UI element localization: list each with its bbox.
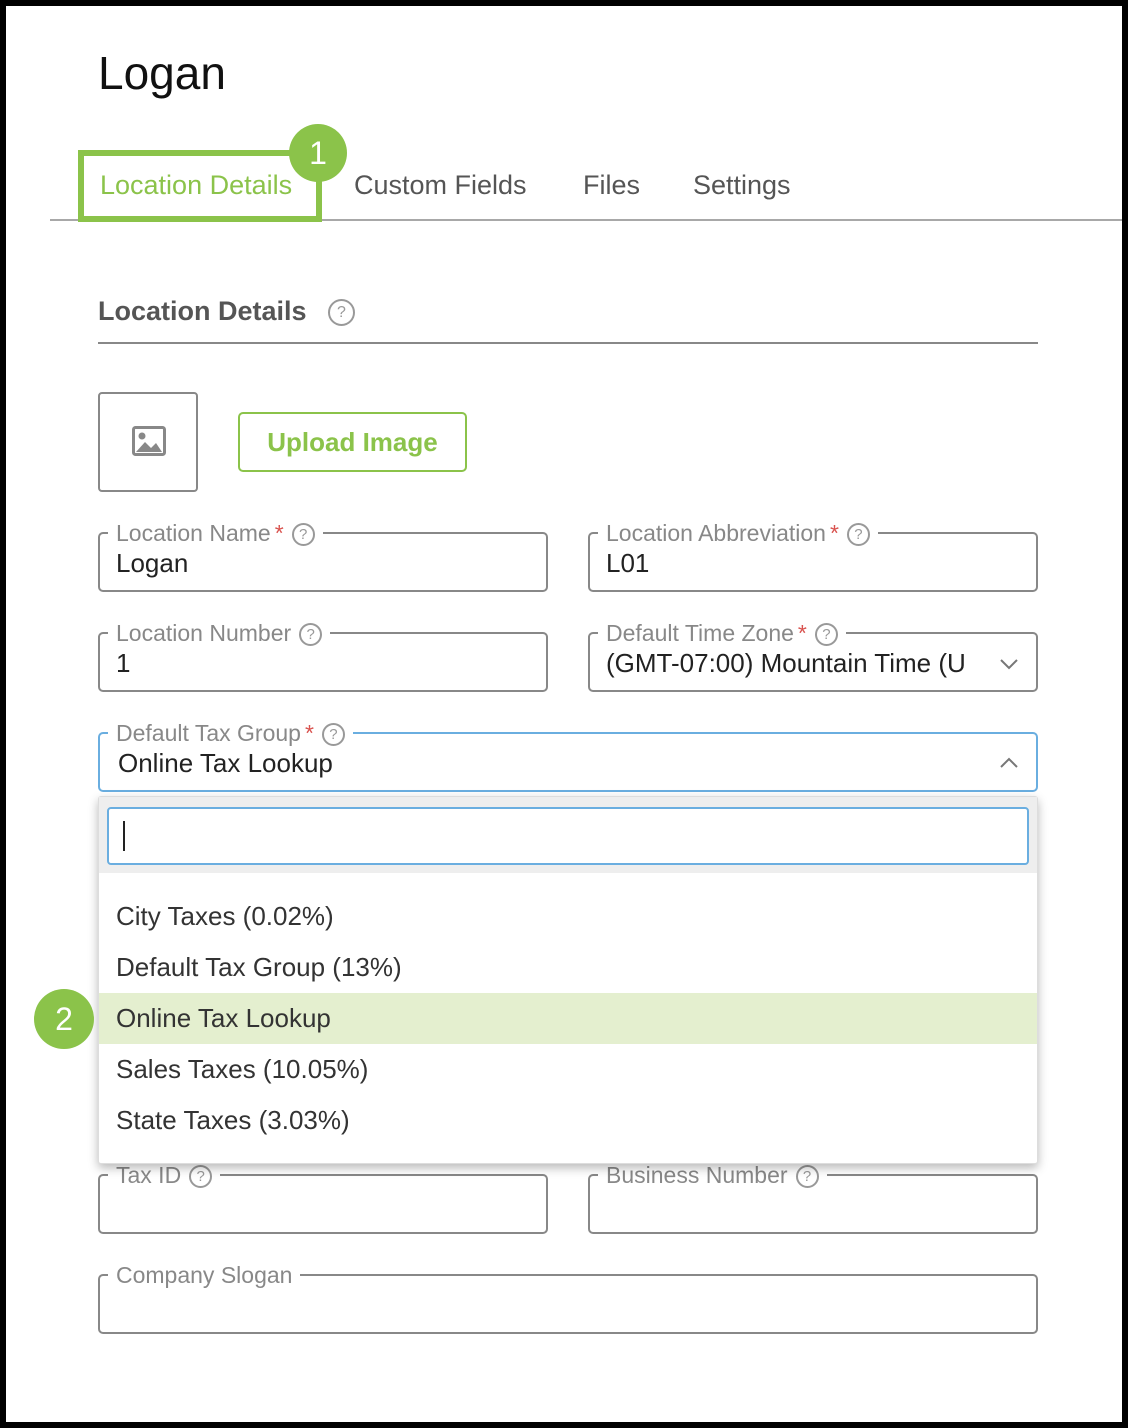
help-icon[interactable]: ? bbox=[291, 523, 315, 546]
required-marker: * bbox=[829, 520, 839, 546]
help-icon[interactable]: ? bbox=[846, 523, 870, 546]
required-marker: * bbox=[274, 520, 284, 546]
default-tax-group-value: Online Tax Lookup bbox=[118, 748, 333, 778]
default-tax-group-select[interactable]: Default Tax Group *? Online Tax Lookup bbox=[98, 718, 1038, 792]
help-icon[interactable]: ? bbox=[795, 1165, 819, 1188]
field-label: Location Name *? bbox=[108, 518, 323, 548]
image-icon bbox=[132, 426, 166, 456]
required-marker: * bbox=[304, 720, 314, 746]
dropdown-options: City Taxes (0.02%) Default Tax Group (13… bbox=[99, 891, 1037, 1146]
dropdown-option-sales-taxes[interactable]: Sales Taxes (10.05%) bbox=[99, 1044, 1037, 1095]
upload-image-button[interactable]: Upload Image bbox=[238, 412, 467, 472]
field-label: Default Time Zone *? bbox=[598, 618, 846, 648]
location-abbreviation-value[interactable]: L01 bbox=[606, 548, 1020, 579]
callout-badge-2: 2 bbox=[34, 989, 94, 1049]
location-number-field[interactable]: Location Number? 1 bbox=[98, 618, 548, 692]
tab-settings[interactable]: Settings bbox=[693, 152, 791, 221]
tab-bar: Location Details Custom Fields Files Set… bbox=[50, 150, 1122, 222]
section-title: Location Details bbox=[98, 296, 307, 326]
page-title: Logan bbox=[98, 47, 226, 99]
location-number-value[interactable]: 1 bbox=[116, 648, 530, 679]
chevron-up-icon[interactable] bbox=[998, 752, 1020, 774]
dropdown-option-state-taxes[interactable]: State Taxes (3.03%) bbox=[99, 1095, 1037, 1146]
tax-id-field[interactable]: Tax ID? bbox=[98, 1160, 548, 1234]
section-header: Location Details ? bbox=[98, 296, 1038, 344]
field-label: Location Abbreviation *? bbox=[598, 518, 878, 548]
default-time-zone-select[interactable]: Default Time Zone *? (GMT-07:00) Mountain… bbox=[588, 618, 1038, 692]
field-label: Company Slogan bbox=[108, 1260, 301, 1290]
dropdown-search-area bbox=[99, 797, 1037, 873]
help-icon[interactable]: ? bbox=[299, 623, 323, 646]
chevron-down-icon[interactable] bbox=[998, 652, 1020, 674]
dropdown-search-input[interactable] bbox=[107, 807, 1029, 865]
help-icon[interactable]: ? bbox=[321, 723, 345, 746]
company-slogan-field[interactable]: Company Slogan bbox=[98, 1260, 1038, 1334]
text-cursor bbox=[123, 821, 125, 851]
field-label: Default Tax Group *? bbox=[108, 718, 353, 748]
field-label: Tax ID? bbox=[108, 1160, 221, 1190]
dropdown-option-city-taxes[interactable]: City Taxes (0.02%) bbox=[99, 891, 1037, 942]
business-number-field[interactable]: Business Number? bbox=[588, 1160, 1038, 1234]
tax-group-dropdown: City Taxes (0.02%) Default Tax Group (13… bbox=[98, 796, 1038, 1164]
location-name-field[interactable]: Location Name *? Logan bbox=[98, 518, 548, 592]
required-marker: * bbox=[797, 620, 807, 646]
dropdown-option-default-tax-group[interactable]: Default Tax Group (13%) bbox=[99, 942, 1037, 993]
field-label: Business Number? bbox=[598, 1160, 827, 1190]
location-abbreviation-field[interactable]: Location Abbreviation *? L01 bbox=[588, 518, 1038, 592]
help-icon[interactable]: ? bbox=[189, 1165, 213, 1188]
app-window: Logan Location Details Custom Fields Fil… bbox=[6, 6, 1122, 1422]
location-name-value[interactable]: Logan bbox=[116, 548, 530, 579]
tab-highlight-box bbox=[78, 150, 322, 222]
tab-files[interactable]: Files bbox=[583, 152, 640, 221]
image-placeholder[interactable] bbox=[98, 392, 198, 492]
field-label: Location Number? bbox=[108, 618, 331, 648]
help-icon[interactable]: ? bbox=[328, 299, 355, 326]
tab-custom-fields[interactable]: Custom Fields bbox=[354, 152, 527, 221]
help-icon[interactable]: ? bbox=[814, 623, 838, 646]
default-time-zone-value: (GMT-07:00) Mountain Time (US bbox=[606, 648, 966, 678]
dropdown-option-online-tax-lookup[interactable]: Online Tax Lookup bbox=[99, 993, 1037, 1044]
callout-badge-1: 1 bbox=[289, 124, 347, 182]
